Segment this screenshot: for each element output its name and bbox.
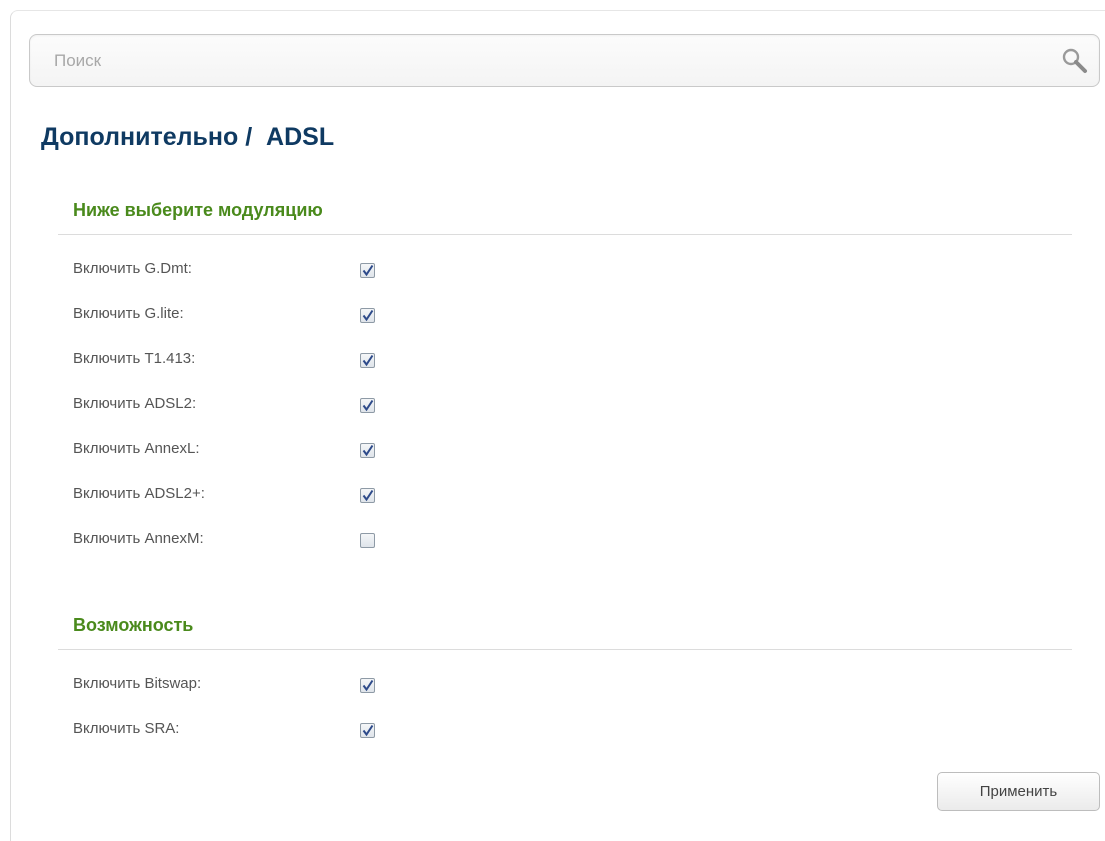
setting-row: Включить SRA: xyxy=(58,716,1072,761)
section-header: Ниже выберите модуляцию xyxy=(58,195,1072,235)
enable-checkbox[interactable] xyxy=(360,398,375,413)
setting-row: Включить AnnexL: xyxy=(58,436,1072,481)
setting-label: Включить AnnexM: xyxy=(73,530,204,547)
section-header: Возможность xyxy=(58,610,1072,650)
page-title: Дополнительно / ADSL xyxy=(41,123,335,151)
setting-label: Включить AnnexL: xyxy=(73,440,200,457)
setting-row: Включить ADSL2: xyxy=(58,391,1072,436)
checkmark-icon xyxy=(362,679,374,692)
enable-checkbox[interactable] xyxy=(360,723,375,738)
setting-row: Включить G.Dmt: xyxy=(58,256,1072,301)
enable-checkbox[interactable] xyxy=(360,533,375,548)
setting-row: Включить T1.413: xyxy=(58,346,1072,391)
apply-button[interactable]: Применить xyxy=(937,772,1100,811)
search-box[interactable] xyxy=(29,34,1100,87)
enable-checkbox[interactable] xyxy=(360,263,375,278)
section-title: Возможность xyxy=(73,615,194,635)
checkmark-icon xyxy=(362,309,374,322)
setting-label: Включить Bitswap: xyxy=(73,675,202,692)
setting-label: Включить ADSL2: xyxy=(73,395,197,412)
setting-label: Включить G.lite: xyxy=(73,305,184,322)
enable-checkbox[interactable] xyxy=(360,488,375,503)
enable-checkbox[interactable] xyxy=(360,308,375,323)
capability-section: Возможность Включить Bitswap: Включить SR… xyxy=(58,610,1072,761)
setting-row: Включить AnnexM: xyxy=(58,526,1072,571)
checkmark-icon xyxy=(362,444,374,457)
setting-label: Включить SRA: xyxy=(73,720,180,737)
setting-row: Включить ADSL2+: xyxy=(58,481,1072,526)
setting-row: Включить Bitswap: xyxy=(58,671,1072,716)
search-input[interactable] xyxy=(54,47,1034,75)
checkmark-icon xyxy=(362,264,374,277)
setting-label: Включить G.Dmt: xyxy=(73,260,192,277)
enable-checkbox[interactable] xyxy=(360,353,375,368)
modulation-section: Ниже выберите модуляцию Включить G.Dmt: В… xyxy=(58,195,1072,571)
setting-label: Включить ADSL2+: xyxy=(73,485,205,502)
checkmark-icon xyxy=(362,489,374,502)
setting-label: Включить T1.413: xyxy=(73,350,196,367)
setting-row: Включить G.lite: xyxy=(58,301,1072,346)
checkmark-icon xyxy=(362,399,374,412)
section-title: Ниже выберите модуляцию xyxy=(73,200,323,220)
enable-checkbox[interactable] xyxy=(360,443,375,458)
enable-checkbox[interactable] xyxy=(360,678,375,693)
search-icon[interactable] xyxy=(1060,47,1090,77)
checkmark-icon xyxy=(362,724,374,737)
checkmark-icon xyxy=(362,354,374,367)
